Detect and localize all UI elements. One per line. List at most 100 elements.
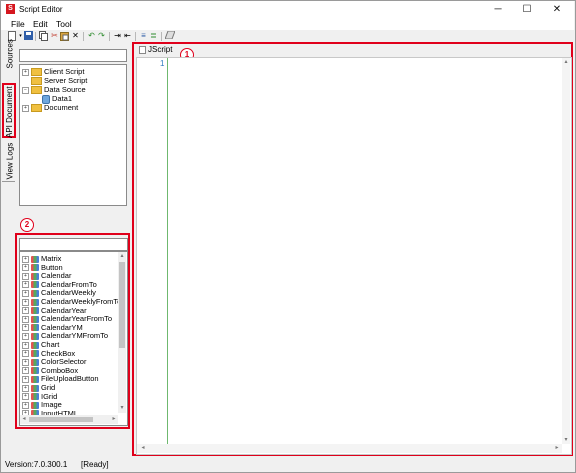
redo-icon[interactable]: ↷ — [97, 31, 106, 41]
scroll-right-icon[interactable]: ▸ — [553, 444, 561, 453]
collapse-icon[interactable]: − — [22, 86, 29, 94]
version-label: Version:7.0.300.1 — [5, 460, 68, 469]
tab-jscript[interactable]: JScript — [139, 45, 172, 55]
title-bar: S Script Editor ─ ☐ ✕ — [1, 1, 574, 18]
tree-node-data1[interactable]: Data1 — [42, 94, 72, 104]
script-file-icon — [139, 45, 146, 54]
scroll-up-icon[interactable]: ▴ — [562, 58, 570, 66]
expand-icon[interactable]: + — [22, 104, 29, 112]
toolbar-separator — [83, 32, 84, 41]
minimize-button[interactable]: ─ — [484, 2, 512, 18]
scroll-thumb[interactable] — [119, 262, 125, 348]
scroll-left-icon[interactable]: ◂ — [139, 444, 147, 453]
line-number: 1 — [160, 59, 165, 68]
expand-icon[interactable]: + — [22, 324, 29, 332]
tree-node-server-script[interactable]: Server Script — [31, 76, 87, 86]
uncomment-icon[interactable]: ≣ — [149, 31, 158, 41]
tab-api-document[interactable]: API Document — [2, 83, 16, 138]
expand-icon[interactable]: + — [22, 315, 29, 323]
editor-vertical-scrollbar[interactable]: ▴ ▾ — [562, 58, 570, 444]
expand-icon[interactable]: + — [22, 341, 29, 349]
maximize-button[interactable]: ☐ — [513, 2, 541, 18]
app-logo-icon: S — [6, 4, 15, 14]
toolbar-separator — [161, 32, 162, 41]
scroll-down-icon[interactable]: ▾ — [562, 436, 570, 444]
cut-icon[interactable]: ✂ — [50, 31, 59, 41]
expand-icon[interactable]: + — [22, 384, 29, 392]
copy-icon[interactable] — [39, 31, 48, 41]
component-icon — [31, 324, 39, 332]
line-number-gutter: 1 — [137, 58, 167, 444]
component-icon — [31, 341, 39, 349]
code-editor[interactable]: 1 ▴ ▾ ◂ ▸ — [136, 57, 572, 455]
scroll-thumb[interactable] — [29, 417, 93, 422]
component-icon — [31, 264, 39, 272]
component-icon — [31, 350, 39, 358]
expand-icon[interactable]: + — [22, 255, 29, 263]
eraser-icon[interactable] — [164, 30, 176, 41]
component-icon — [31, 255, 39, 263]
menu-bar: File Edit Tool — [1, 18, 574, 30]
marker-2: 2 — [20, 218, 34, 232]
menu-edit[interactable]: Edit — [33, 19, 48, 29]
expand-icon[interactable]: + — [22, 358, 29, 366]
api-vertical-scrollbar[interactable]: ▴ ▾ — [118, 252, 126, 413]
scroll-left-icon[interactable]: ◂ — [20, 415, 28, 424]
component-icon — [31, 307, 39, 315]
menu-file[interactable]: File — [11, 19, 25, 29]
component-icon — [31, 289, 39, 297]
expand-icon[interactable]: + — [22, 375, 29, 383]
tab-view-logs[interactable]: View Logs — [4, 141, 15, 181]
component-icon — [31, 272, 39, 280]
expand-icon[interactable]: + — [22, 68, 29, 76]
component-icon — [31, 384, 39, 392]
scroll-up-icon[interactable]: ▴ — [118, 252, 126, 261]
expand-icon[interactable]: + — [22, 393, 29, 401]
component-icon — [31, 358, 39, 366]
component-icon — [31, 375, 39, 383]
status-bar: Version:7.0.300.1 [Ready] — [1, 457, 574, 471]
expand-icon[interactable]: + — [22, 289, 29, 297]
tab-divider — [2, 181, 15, 182]
folder-open-icon — [31, 86, 42, 95]
indent-icon[interactable]: ⇥ — [113, 31, 122, 41]
expand-icon[interactable]: + — [22, 401, 29, 409]
scroll-down-icon[interactable]: ▾ — [118, 404, 126, 413]
close-button[interactable]: ✕ — [543, 2, 571, 18]
toolbar-separator — [135, 32, 136, 41]
toolbar-separator — [109, 32, 110, 41]
component-icon — [31, 332, 39, 340]
status-state: [Ready] — [81, 460, 109, 469]
undo-icon[interactable]: ↶ — [87, 31, 96, 41]
tab-sources[interactable]: Sources — [4, 39, 15, 68]
delete-icon[interactable]: ✕ — [71, 31, 80, 41]
toolbar-separator — [35, 32, 36, 41]
tree-node-document[interactable]: + Document — [22, 103, 78, 113]
menu-tool[interactable]: Tool — [56, 19, 72, 29]
expand-icon[interactable]: + — [22, 264, 29, 272]
expand-icon[interactable]: + — [22, 272, 29, 280]
api-horizontal-scrollbar[interactable]: ◂ ▸ — [20, 415, 118, 424]
editor-horizontal-scrollbar[interactable]: ◂ ▸ — [137, 444, 562, 453]
api-tree: + Matrix + Button + Calendar + CalendarFromTo + C… — [19, 251, 128, 426]
outdent-icon[interactable]: ⇤ — [123, 31, 132, 41]
expand-icon[interactable]: + — [22, 298, 29, 306]
expand-icon[interactable]: + — [22, 367, 29, 375]
tree-node-client-script[interactable]: + Client Script — [22, 67, 84, 77]
window-title: Script Editor — [19, 5, 63, 14]
source-tree: + Client Script Server Script − Data Sourc… — [19, 64, 127, 206]
save-icon[interactable] — [24, 31, 33, 41]
expand-icon[interactable]: + — [22, 307, 29, 315]
component-icon — [31, 298, 39, 306]
component-icon — [31, 367, 39, 375]
source-search-input[interactable] — [19, 49, 127, 62]
comment-icon[interactable]: ≡ — [139, 31, 148, 41]
component-icon — [31, 315, 39, 323]
paste-icon[interactable] — [60, 31, 69, 41]
api-search-input[interactable] — [19, 238, 128, 251]
expand-icon[interactable]: + — [22, 350, 29, 358]
tree-node-data-source[interactable]: − Data Source — [22, 85, 86, 95]
expand-icon[interactable]: + — [22, 332, 29, 340]
expand-icon[interactable]: + — [22, 281, 29, 289]
scroll-right-icon[interactable]: ▸ — [110, 415, 118, 424]
